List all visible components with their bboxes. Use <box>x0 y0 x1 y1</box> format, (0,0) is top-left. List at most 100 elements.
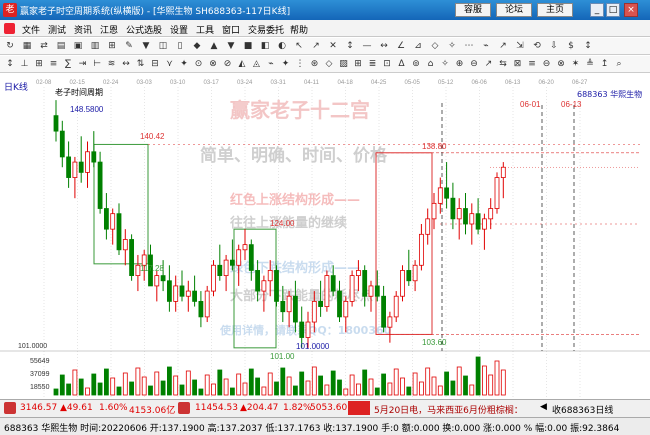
toolbar-tool-icon[interactable]: ◫ <box>157 40 169 52</box>
menu-test[interactable]: 测试 <box>48 23 66 36</box>
toolbar-tool-icon[interactable]: ◭ <box>236 58 248 70</box>
toolbar-tool-icon[interactable]: ⊚ <box>410 58 422 70</box>
toolbar-tool-icon[interactable]: ⇆ <box>497 58 509 70</box>
toolbar-tool-icon[interactable]: ⇅ <box>135 58 147 70</box>
toolbar-tool-icon[interactable]: ↕ <box>4 58 16 70</box>
toolbar-tool-icon[interactable]: ✧ <box>446 40 458 52</box>
toolbar-tool-icon[interactable]: ↻ <box>4 40 16 52</box>
toolbar-tool-icon[interactable]: ≣ <box>367 58 379 70</box>
minimize-button[interactable]: _ <box>590 3 604 17</box>
toolbar-tool-icon[interactable]: ⊞ <box>352 58 364 70</box>
toolbar-tool-icon[interactable]: ⇲ <box>514 40 526 52</box>
forum-button[interactable]: 论坛 <box>496 3 532 17</box>
toolbar-tool-icon[interactable]: ⌁ <box>265 58 277 70</box>
toolbar-tool-icon[interactable]: — <box>361 40 373 52</box>
toolbar-tool-icon[interactable]: ◬ <box>251 58 263 70</box>
menu-trade[interactable]: 交易委托 <box>248 23 284 36</box>
toolbar-tool-icon[interactable]: ⟲ <box>531 40 543 52</box>
toolbar-tool-icon[interactable]: ⊛ <box>309 58 321 70</box>
toolbar-tool-icon[interactable]: ↥ <box>599 58 611 70</box>
toolbar-tool-icon[interactable]: ⊠ <box>512 58 524 70</box>
toolbar-tool-icon[interactable]: ✶ <box>570 58 582 70</box>
toolbar-tool-icon[interactable]: ⊙ <box>193 58 205 70</box>
toolbar-tool-icon[interactable]: ⊿ <box>412 40 424 52</box>
period-label[interactable]: 日K线 <box>4 80 28 93</box>
toolbar-tool-icon[interactable]: ◆ <box>191 40 203 52</box>
toolbar-tool-icon[interactable]: ⊥ <box>19 58 31 70</box>
toolbar-tool-icon[interactable]: ↔ <box>378 40 390 52</box>
toolbar-tool-icon[interactable]: ◇ <box>429 40 441 52</box>
toolbar-tool-icon[interactable]: ▲ <box>208 40 220 52</box>
toolbar-tool-icon[interactable]: ▥ <box>89 40 101 52</box>
toolbar-tool-icon[interactable]: ⋮ <box>294 58 306 70</box>
toolbar-tool-icon[interactable]: ↖ <box>293 40 305 52</box>
toolbar-tool-icon[interactable]: ⊟ <box>149 58 161 70</box>
toolbar-tool-icon[interactable]: ↔ <box>120 58 132 70</box>
toolbar-tool-icon[interactable]: ▤ <box>55 40 67 52</box>
toolbar-tool-icon[interactable]: ⊞ <box>33 58 45 70</box>
toolbar-tool-icon[interactable]: ⇩ <box>548 40 560 52</box>
toolbar-tool-icon[interactable]: ∠ <box>395 40 407 52</box>
volume-bar <box>387 382 393 396</box>
toolbar-tool-icon[interactable]: ▼ <box>225 40 237 52</box>
toolbar-tool-icon[interactable]: ▼ <box>140 40 152 52</box>
toolbar-tool-icon[interactable]: ⊘ <box>222 58 234 70</box>
news-ticker[interactable]: 5月20日电，马来西亚6月份粗棕榈： <box>374 403 523 416</box>
menu-help[interactable]: 帮助 <box>290 23 308 36</box>
toolbar-tool-icon[interactable]: ⌁ <box>480 40 492 52</box>
toolbar-tool-icon[interactable]: ⌂ <box>425 58 437 70</box>
toolbar-tool-icon[interactable]: ≋ <box>106 58 118 70</box>
toolbar-tool-icon[interactable]: ≡ <box>48 58 60 70</box>
toolbar-tool-icon[interactable]: ∑ <box>62 58 74 70</box>
menu-formula[interactable]: 公式选股 <box>126 23 162 36</box>
toolbar-tool-icon[interactable]: ✦ <box>178 58 190 70</box>
toolbar-tool-icon[interactable]: ⊗ <box>555 58 567 70</box>
toolbar-tool-icon[interactable]: ◐ <box>276 40 288 52</box>
kefu-button[interactable]: 容服 <box>455 3 491 17</box>
menu-file[interactable]: 文件 <box>22 23 40 36</box>
toolbar-tool-icon[interactable]: ▦ <box>21 40 33 52</box>
toolbar-tool-icon[interactable]: ↕ <box>582 40 594 52</box>
toolbar-tool-icon[interactable]: ≜ <box>584 58 596 70</box>
toolbar-tool-icon[interactable]: ↗ <box>310 40 322 52</box>
toolbar-tool-icon[interactable]: ▯ <box>174 40 186 52</box>
toolbar-tool-icon[interactable]: ↗ <box>483 58 495 70</box>
toolbar-tool-icon[interactable]: ⊖ <box>468 58 480 70</box>
toolbar-tool-icon[interactable]: ◧ <box>259 40 271 52</box>
toolbar-tool-icon[interactable]: ▣ <box>72 40 84 52</box>
menu-gann[interactable]: 江恩 <box>100 23 118 36</box>
toolbar-tool-icon[interactable]: ◇ <box>323 58 335 70</box>
toolbar-tool-icon[interactable]: ∆ <box>396 58 408 70</box>
kline-chart[interactable]: 02-08 02-15 02-24 03-03 03-10 03-17 03-24 03-31… <box>0 75 650 399</box>
toolbar-tool-icon[interactable]: ↕ <box>344 40 356 52</box>
homepage-button[interactable]: 主页 <box>537 3 573 17</box>
toolbar-tool-icon[interactable]: ⇄ <box>38 40 50 52</box>
toolbar-tool-icon[interactable]: ▨ <box>338 58 350 70</box>
toolbar-tool-icon[interactable]: ⊕ <box>454 58 466 70</box>
toolbar-tool-icon[interactable]: ⋎ <box>164 58 176 70</box>
toolbar-tool-icon[interactable]: ↗ <box>497 40 509 52</box>
toolbar-tool-icon[interactable]: ⌕ <box>613 58 625 70</box>
toolbar-tool-icon[interactable]: ⊞ <box>106 40 118 52</box>
close-button[interactable]: × <box>624 3 638 17</box>
toolbar-tool-icon[interactable]: $ <box>565 40 577 52</box>
toolbar-tool-icon[interactable]: ✕ <box>327 40 339 52</box>
toolbar-tool-icon[interactable]: ⊖ <box>541 58 553 70</box>
menu-window[interactable]: 窗口 <box>222 23 240 36</box>
speaker-icon[interactable]: ◀ <box>540 402 547 412</box>
maximize-button[interactable]: □ <box>606 3 620 17</box>
menu-tools[interactable]: 工具 <box>196 23 214 36</box>
toolbar-tool-icon[interactable]: ≡ <box>526 58 538 70</box>
toolbar-tool-icon[interactable]: ⋯ <box>463 40 475 52</box>
toolbar-tool-icon[interactable]: ✧ <box>439 58 451 70</box>
toolbar-tool-icon[interactable]: ■ <box>242 40 254 52</box>
watermark-text: 简单、明确、时间、价格 <box>200 145 388 166</box>
menu-settings[interactable]: 设置 <box>170 23 188 36</box>
toolbar-tool-icon[interactable]: ✎ <box>123 40 135 52</box>
menu-info[interactable]: 资讯 <box>74 23 92 36</box>
toolbar-tool-icon[interactable]: ⊗ <box>207 58 219 70</box>
toolbar-tool-icon[interactable]: ⊢ <box>91 58 103 70</box>
toolbar-tool-icon[interactable]: ⇥ <box>77 58 89 70</box>
toolbar-tool-icon[interactable]: ✦ <box>280 58 292 70</box>
toolbar-tool-icon[interactable]: ⊡ <box>381 58 393 70</box>
